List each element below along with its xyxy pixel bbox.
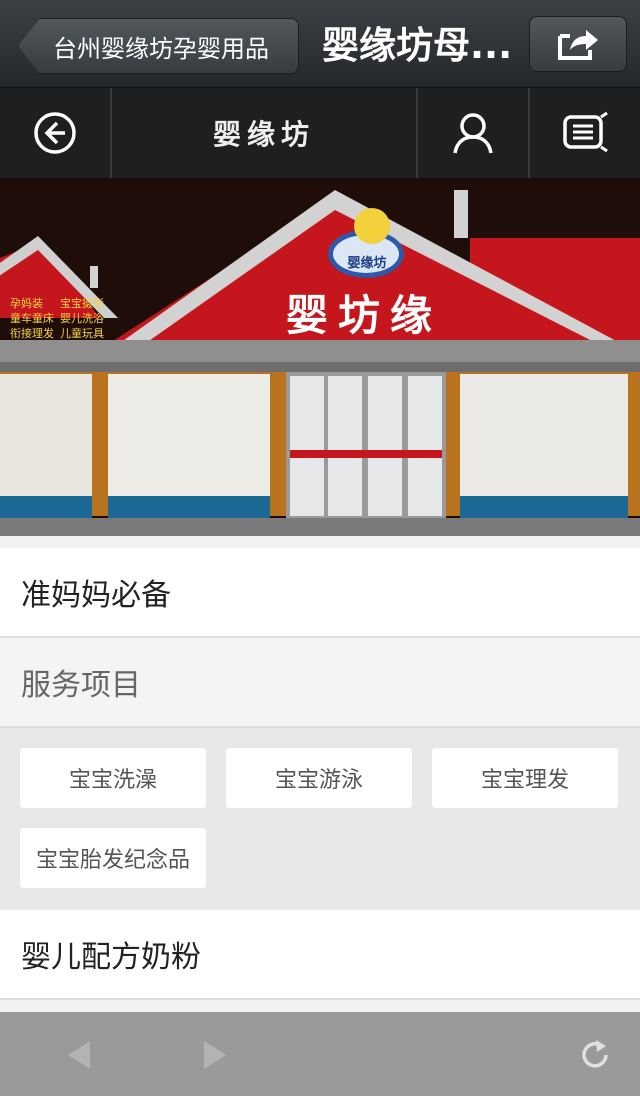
service-right-1: 宝宝摄影	[60, 297, 104, 310]
tag-baby-swim[interactable]: 宝宝游泳	[226, 748, 412, 808]
user-icon	[453, 113, 493, 154]
services-right: 宝宝摄影 婴儿洗浴 儿童玩具	[60, 296, 104, 341]
section-pregnancy-essentials[interactable]: 准妈妈必备	[0, 548, 640, 638]
browser-toolbar	[0, 1012, 640, 1096]
tag-baby-bath[interactable]: 宝宝洗澡	[20, 748, 206, 808]
share-icon	[558, 30, 598, 60]
browser-back-button[interactable]	[54, 1030, 104, 1080]
app-title-bar: 台州婴缘坊孕婴用品 婴缘坊母...	[0, 0, 640, 88]
browser-forward-button[interactable]	[190, 1030, 240, 1080]
user-button[interactable]	[418, 88, 530, 178]
site-nav-bar: 婴缘坊	[0, 88, 640, 178]
browser-refresh-button[interactable]	[570, 1030, 620, 1080]
tag-baby-hair-keepsake[interactable]: 宝宝胎发纪念品	[20, 828, 206, 888]
storefront-image	[0, 178, 640, 536]
menu-button[interactable]	[530, 88, 640, 178]
service-left-1: 孕妈装	[10, 297, 43, 310]
service-left-3: 衔接理发	[10, 327, 54, 340]
arrow-right-icon	[204, 1041, 226, 1069]
brand-logo[interactable]: 婴缘坊	[112, 88, 418, 178]
service-tag-list: 宝宝洗澡 宝宝游泳 宝宝理发 宝宝胎发纪念品	[0, 728, 640, 910]
refresh-icon	[582, 1040, 608, 1068]
services-left: 孕妈装 童车童床 衔接理发	[10, 296, 54, 341]
service-right-2: 婴儿洗浴	[60, 312, 104, 325]
service-left-2: 童车童床	[10, 312, 54, 325]
tag-baby-haircut[interactable]: 宝宝理发	[432, 748, 618, 808]
page-title: 婴缘坊母...	[322, 24, 513, 67]
arrow-left-icon	[68, 1041, 90, 1069]
service-right-3: 儿童玩具	[60, 327, 104, 340]
back-circle-icon	[34, 112, 76, 154]
logo-text: 婴缘坊	[347, 256, 387, 271]
section-label: 婴儿配方奶粉	[21, 940, 201, 975]
section-infant-formula[interactable]: 婴儿配方奶粉	[0, 910, 640, 1000]
back-button[interactable]: 台州婴缘坊孕婴用品	[18, 18, 299, 74]
menu-list-icon	[563, 111, 608, 153]
nav-back-button[interactable]	[0, 88, 112, 178]
store-banner[interactable]: 婴缘坊 婴坊缘 孕妈装 童车童床 衔接理发 宝宝摄影 婴儿洗浴 儿童玩具	[0, 178, 640, 536]
section-label: 服务项目	[21, 668, 141, 703]
store-sign: 婴坊缘	[286, 291, 443, 340]
section-label: 准妈妈必备	[21, 578, 171, 613]
back-button-label: 台州婴缘坊孕婴用品	[53, 34, 269, 63]
section-services[interactable]: 服务项目	[0, 638, 640, 728]
share-button[interactable]	[529, 16, 627, 72]
